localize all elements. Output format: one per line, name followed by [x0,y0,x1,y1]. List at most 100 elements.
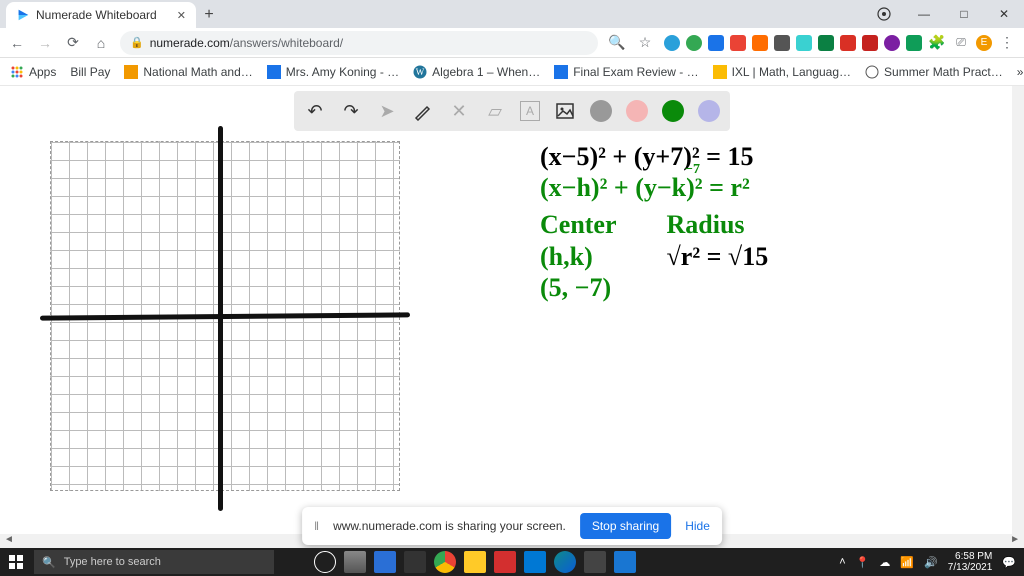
maximize-button[interactable]: □ [944,0,984,28]
wifi-icon[interactable]: 📶 [900,556,914,569]
forward-button[interactable]: → [36,34,54,52]
ext-icon[interactable] [664,35,680,51]
star-icon[interactable]: ☆ [636,34,654,52]
new-tab-button[interactable]: + [196,2,222,28]
tools-button[interactable]: ✕ [448,100,470,122]
apps-button[interactable]: Apps [10,65,56,79]
vertical-scrollbar[interactable] [1012,86,1024,534]
bookmarks-bar: Apps Bill Pay National Math and… Mrs. Am… [0,58,1024,86]
minimize-button[interactable]: — [904,0,944,28]
ext-icon[interactable] [796,35,812,51]
color-pink[interactable] [626,100,648,122]
bookmark-item[interactable]: IXL | Math, Languag… [713,65,851,79]
clock-date: 7/13/2021 [948,562,993,573]
taskbar-search[interactable]: 🔍 Type here to search [34,550,274,574]
search-placeholder: Type here to search [64,556,161,568]
extensions-button[interactable]: 🧩 [928,34,946,52]
scroll-left-arrow[interactable]: ◄ [4,534,14,545]
bookmark-item[interactable]: Mrs. Amy Koning - … [267,65,399,79]
cortana-icon[interactable] [314,551,336,573]
edge-icon[interactable] [554,551,576,573]
apps-label: Apps [29,65,56,79]
chrome-menu-button[interactable]: ⋮ [998,34,1016,52]
tab-favicon [16,8,30,22]
eraser-tool[interactable]: ▱ [484,100,506,122]
ext-icon[interactable] [730,35,746,51]
app-icon[interactable] [494,551,516,573]
ext-icon[interactable] [752,35,768,51]
reload-button[interactable]: ⟳ [64,34,82,52]
share-message: www.numerade.com is sharing your screen. [333,519,566,533]
bookmark-item[interactable]: Summer Math Pract… [865,65,1003,79]
handwritten-math: (x−5)² + (y+7)² = 15 (x−h)² + (y−k)² = r… [540,141,768,303]
file-explorer-icon[interactable] [464,551,486,573]
notifications-icon[interactable]: 💬 [1002,556,1016,569]
home-button[interactable]: ⌂ [92,34,110,52]
ext-icon[interactable] [884,35,900,51]
ext-icon[interactable] [686,35,702,51]
taskbar-apps [314,551,636,573]
color-gray[interactable] [590,100,612,122]
task-view-icon[interactable] [344,551,366,573]
svg-text:W: W [416,67,425,77]
search-icon[interactable]: 🔍 [608,34,626,52]
ext-icon[interactable] [774,35,790,51]
color-lavender[interactable] [698,100,720,122]
center-label: Center [540,209,617,240]
search-icon: 🔍 [42,556,56,569]
bookmark-item[interactable]: Final Exam Review - … [554,65,698,79]
color-green[interactable] [662,100,684,122]
url-host: numerade.com [150,36,230,50]
ext-icon[interactable] [906,35,922,51]
lock-icon: 🔒 [130,36,144,49]
start-button[interactable] [0,555,32,569]
app-icon[interactable] [584,551,606,573]
ext-icon[interactable] [862,35,878,51]
tray-chevron-icon[interactable]: ˄ [839,556,845,568]
pointer-tool[interactable]: ➤ [376,100,398,122]
store-icon[interactable] [524,551,546,573]
bookmark-item[interactable]: Bill Pay [70,65,110,79]
undo-button[interactable]: ↶ [304,100,326,122]
close-window-button[interactable]: ✕ [984,0,1024,28]
back-button[interactable]: ← [8,34,26,52]
volume-icon[interactable]: 🔊 [924,556,938,569]
app-icon[interactable] [374,551,396,573]
profile-avatar[interactable]: E [976,35,992,51]
url-bar[interactable]: 🔒 numerade.com/answers/whiteboard/ [120,31,598,55]
taskbar-clock[interactable]: 6:58 PM 7/13/2021 [948,551,993,573]
bookmarks-overflow[interactable]: » [1017,65,1024,79]
hide-banner-button[interactable]: Hide [685,519,710,533]
redo-button[interactable]: ↷ [340,100,362,122]
bookmark-item[interactable]: National Math and… [124,65,252,79]
location-icon[interactable]: 📍 [856,556,870,569]
close-icon[interactable]: ✕ [177,9,186,22]
browser-tab[interactable]: Numerade Whiteboard ✕ [6,2,196,28]
window-controls: — □ ✕ [864,0,1024,28]
bookmark-icon [267,65,281,79]
bookmark-icon [865,65,879,79]
tab-title: Numerade Whiteboard [36,8,157,22]
cast-icon[interactable]: ⎚ [952,34,970,52]
address-bar: ← → ⟳ ⌂ 🔒 numerade.com/answers/whiteboar… [0,28,1024,58]
ext-icon[interactable] [708,35,724,51]
share-icon: ‖ [314,519,319,533]
scroll-right-arrow[interactable]: ► [1010,534,1020,545]
onedrive-icon[interactable]: ☁ [879,556,890,569]
bookmark-item[interactable]: WAlgebra 1 – When… [413,65,540,79]
app-icon[interactable] [614,551,636,573]
image-tool[interactable] [554,100,576,122]
pen-tool[interactable] [412,100,434,122]
ext-icon[interactable] [818,35,834,51]
bookmark-icon [124,65,138,79]
ext-icon[interactable] [840,35,856,51]
chrome-icon[interactable] [434,551,456,573]
stop-sharing-button[interactable]: Stop sharing [580,513,671,539]
url-path: /answers/whiteboard/ [230,36,343,50]
account-indicator[interactable] [864,0,904,28]
window-titlebar: Numerade Whiteboard ✕ + — □ ✕ [0,0,1024,28]
text-tool[interactable]: A [520,101,540,121]
clock-time: 6:58 PM [948,551,993,562]
app-icon[interactable] [404,551,426,573]
equation-general: (x−h)² + (y−k)² = r² −7 [540,172,768,203]
